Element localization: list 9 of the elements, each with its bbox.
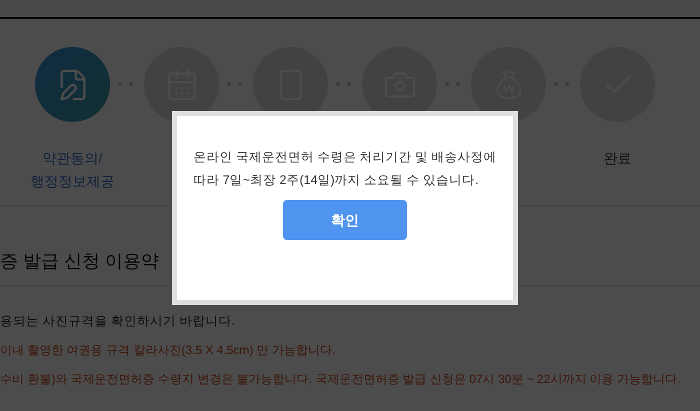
step-label: 행정정보제공 [30, 172, 114, 191]
notice-text: 수비 환불)와 국제운전면허증 수령지 변경은 불가능합니다. 국제운전면허증 발급 신청은 07시 30분 ~ 22시까지 이용 가능합니다. [0, 371, 682, 388]
step-label: 완료 [604, 149, 632, 168]
notice-text: 이내 촬영한 여권용 규격 칼라사진(3.5 X 4.5cm) 만 가능합니다. [0, 342, 336, 359]
dialog-message: 온라인 국제운전면허 수령은 처리기간 및 배송사정에 따라 7일~최장 2주(14일)까지 소요될 수 있습니다. [193, 149, 497, 189]
section-title: 증 발급 신청 이용약 [0, 250, 160, 273]
confirm-button[interactable]: 확인 [283, 200, 407, 240]
step-label: 약관동의/ [42, 149, 102, 168]
notice-text: 용되는 사진규격을 확인하시기 바랍니다. [0, 313, 236, 330]
